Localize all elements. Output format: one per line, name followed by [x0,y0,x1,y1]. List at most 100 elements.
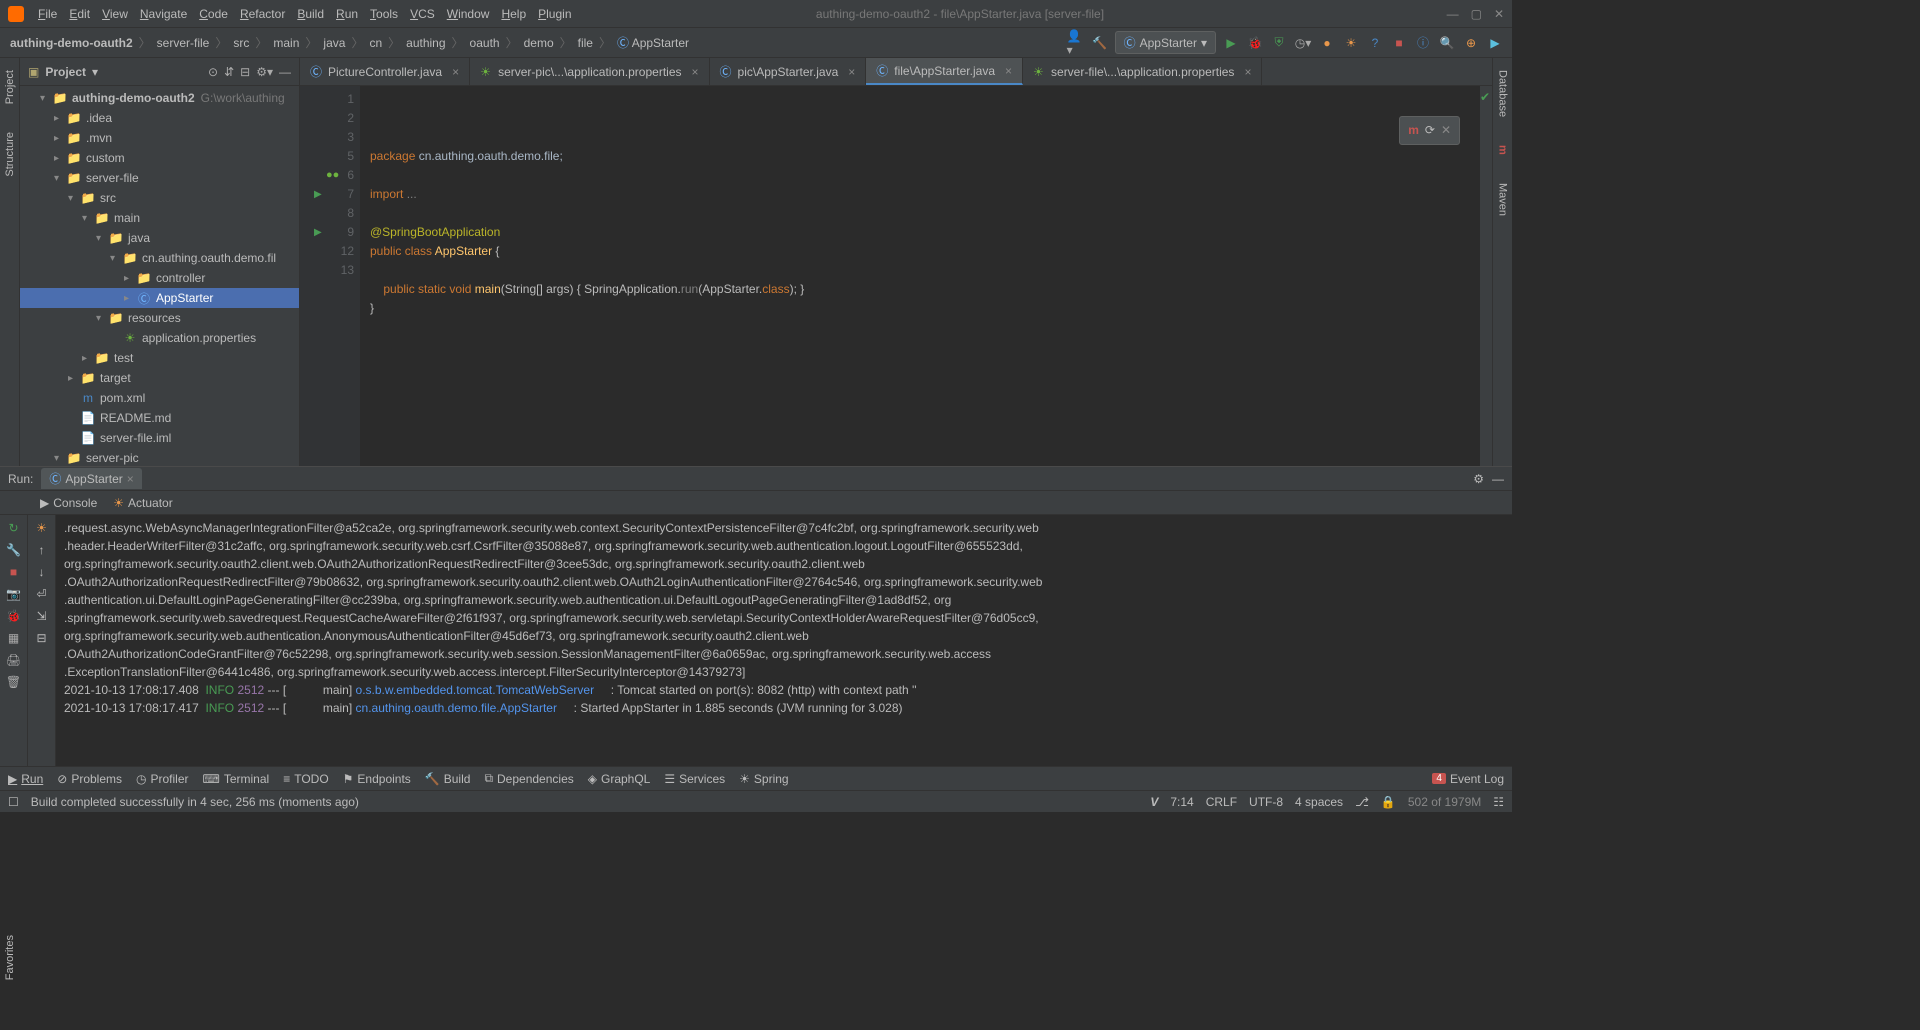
tree-item[interactable]: mpom.xml [20,388,299,408]
actuator-tab[interactable]: ☀ Actuator [113,496,172,510]
debug-icon[interactable]: 🐞 [1246,34,1264,52]
memory-indicator[interactable]: 502 of 1979M [1408,795,1481,809]
breadcrumb-item[interactable]: demo [522,36,556,50]
maven-tool-button[interactable]: m [1497,141,1509,159]
breadcrumb-item[interactable]: authing [404,36,447,50]
bottom-tab-run[interactable]: ▶Run [8,772,43,786]
notif-icon[interactable]: ☷ [1493,795,1504,809]
up-icon[interactable]: ↑ [39,543,45,557]
tree-item[interactable]: ▾📁server-file [20,168,299,188]
breadcrumb-item[interactable]: authing-demo-oauth2 [8,36,135,50]
tree-item[interactable]: ▸📁custom [20,148,299,168]
bottom-tab-spring[interactable]: ☀Spring [739,772,788,786]
editor-tab[interactable]: ☀server-file\...\application.properties× [1023,58,1262,85]
trash-icon[interactable]: 🗑 [6,675,21,689]
menu-refactor[interactable]: Refactor [234,7,291,21]
console-output[interactable]: .request.async.WebAsyncManagerIntegratio… [56,515,1512,766]
breadcrumb-item[interactable]: server-file [155,36,212,50]
gear-icon[interactable]: ⚙▾ [256,65,273,79]
sync-icon[interactable]: ▶ [1486,34,1504,52]
tasks-icon[interactable]: ☐ [8,795,19,809]
editor-tab[interactable]: ⒸPictureController.java× [300,58,470,85]
breadcrumb-item[interactable]: oauth [468,36,502,50]
minimize-icon[interactable]: — [1447,7,1459,21]
code-editor[interactable]: m ⟳ ✕ package cn.authing.oauth.demo.file… [360,86,1480,466]
expand-icon[interactable]: ⇵ [224,65,234,79]
close-icon[interactable]: × [848,65,855,79]
profile-icon[interactable]: ◷▾ [1294,34,1312,52]
help-icon[interactable]: ? [1366,34,1384,52]
stop-icon[interactable]: ■ [10,565,17,579]
refresh-icon[interactable]: ⟳ [1425,121,1435,140]
close-icon[interactable]: × [692,65,699,79]
down-icon[interactable]: ↓ [39,565,45,579]
print-icon[interactable]: 🖨 [6,653,21,667]
bottom-tab-build[interactable]: 🔨Build [425,772,471,786]
tree-item[interactable]: ▾📁src [20,188,299,208]
tree-item[interactable]: ▸📁.mvn [20,128,299,148]
tree-item[interactable]: ▸📁.idea [20,108,299,128]
editor-tab[interactable]: ☀server-pic\...\application.properties× [470,58,709,85]
menu-help[interactable]: Help [495,7,532,21]
indent[interactable]: 4 spaces [1295,795,1343,809]
breadcrumb-item[interactable]: Ⓒ AppStarter [615,34,691,51]
menu-navigate[interactable]: Navigate [134,7,193,21]
bottom-tab-terminal[interactable]: ⌨Terminal [203,772,270,786]
editor-tab[interactable]: Ⓒfile\AppStarter.java× [866,58,1023,85]
bottom-tab-services[interactable]: ☰Services [664,772,725,786]
maven-overlay[interactable]: m ⟳ ✕ [1399,116,1460,145]
breadcrumb-item[interactable]: file [576,36,595,50]
user-icon[interactable]: 👤▾ [1067,34,1085,52]
maximize-icon[interactable]: ▢ [1471,7,1482,21]
menu-tools[interactable]: Tools [364,7,404,21]
tree-item[interactable]: 📄README.md [20,408,299,428]
tree-item[interactable]: ▾📁resources [20,308,299,328]
bottom-tab-todo[interactable]: ≡TODO [283,772,328,786]
tree-item[interactable]: ▾📁server-pic [20,448,299,466]
project-tree[interactable]: ▾📁authing-demo-oauth2G:\work\authing▸📁.i… [20,86,299,466]
rerun-icon[interactable]: ↻ [8,521,18,535]
stop-icon[interactable]: ■ [1390,34,1408,52]
menu-code[interactable]: Code [193,7,234,21]
event-log[interactable]: 4Event Log [1432,772,1504,786]
eol[interactable]: CRLF [1206,795,1237,809]
run-config-tab[interactable]: Ⓒ AppStarter × [41,468,141,489]
hide-icon[interactable]: — [279,65,291,79]
favorites-tool-button[interactable]: Favorites [0,931,20,984]
tree-item[interactable]: ▾📁authing-demo-oauth2G:\work\authing [20,88,299,108]
menu-window[interactable]: Window [441,7,496,21]
breadcrumb-item[interactable]: main [271,36,301,50]
close-icon[interactable]: × [127,472,134,486]
wrench-icon[interactable]: 🔧 [6,543,21,557]
menu-view[interactable]: View [96,7,134,21]
editor-scrollbar[interactable]: ✔ [1480,86,1492,466]
branch-icon[interactable]: ⎇ [1355,795,1369,809]
database-tool-button[interactable]: Database [1497,66,1509,121]
menu-vcs[interactable]: VCS [404,7,441,21]
close-icon[interactable]: × [1244,65,1251,79]
bug-icon[interactable]: 🐞 [6,609,21,623]
tree-item[interactable]: ▾📁java [20,228,299,248]
breadcrumb-item[interactable]: java [321,36,347,50]
console-tab[interactable]: ▶ Console [40,496,97,510]
tree-item[interactable]: ▾📁cn.authing.oauth.demo.fil [20,248,299,268]
filter-icon[interactable]: ⊟ [36,631,46,645]
close-icon[interactable]: × [452,65,459,79]
close-icon[interactable]: × [1005,64,1012,78]
bottom-tab-endpoints[interactable]: ⚑Endpoints [343,772,411,786]
menu-plugin[interactable]: Plugin [532,7,577,21]
project-tool-button[interactable]: Project [4,66,16,108]
tree-item[interactable]: ☀application.properties [20,328,299,348]
spring-icon[interactable]: ☀ [36,521,47,535]
camera-icon[interactable]: 📷 [6,587,21,601]
build-icon[interactable]: 🔨 [1091,34,1109,52]
close-icon[interactable]: ✕ [1494,7,1504,21]
locate-icon[interactable]: ⊙ [208,65,218,79]
encoding[interactable]: UTF-8 [1249,795,1283,809]
scroll-icon[interactable]: ⇲ [36,609,46,623]
gear-icon[interactable]: ⚙ [1473,472,1484,486]
settings-icon[interactable]: ⊕ [1462,34,1480,52]
menu-edit[interactable]: Edit [63,7,96,21]
breadcrumb-item[interactable]: cn [367,36,384,50]
ide-help-icon[interactable]: ⓘ [1414,34,1432,52]
